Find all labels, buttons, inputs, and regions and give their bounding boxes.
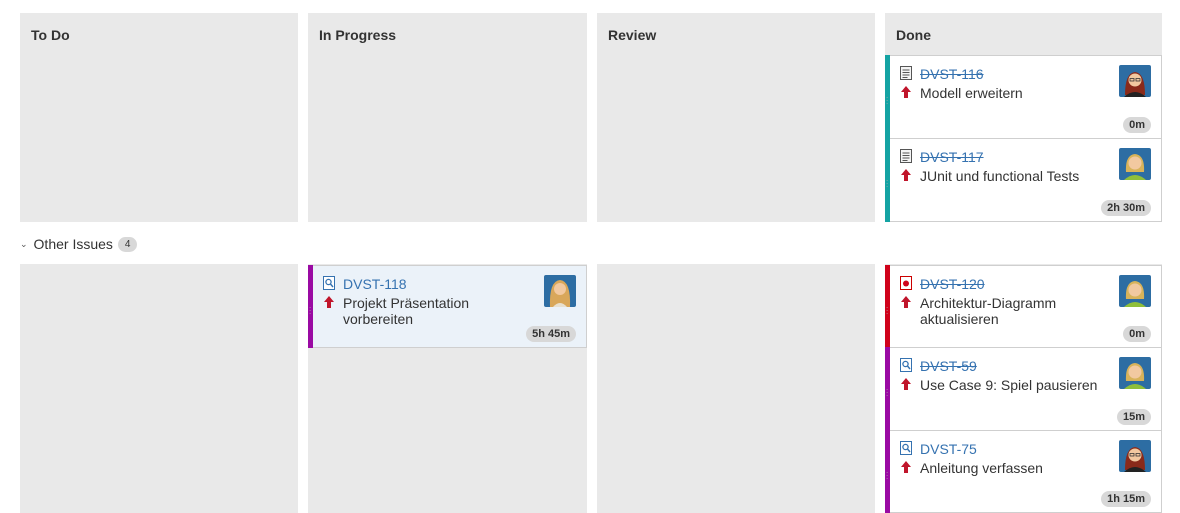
issue-card[interactable]: ... DVST-120 Architektur-Diagramm aktual… <box>885 265 1162 348</box>
issue-summary: Modell erweitern <box>920 85 1023 101</box>
swimlane-header-other-issues[interactable]: ⌄ Other Issues 4 <box>20 236 138 252</box>
time-estimate-badge: 1h 15m <box>1101 491 1151 507</box>
time-estimate-badge: 0m <box>1123 117 1151 133</box>
assignee-avatar[interactable] <box>1119 440 1151 472</box>
priority-arrow-up-icon <box>901 296 911 308</box>
magnifier-icon <box>900 441 912 455</box>
swimlane-column-todo <box>20 264 298 513</box>
priority-arrow-up-icon <box>324 296 334 308</box>
drag-handle[interactable]: ... <box>309 302 311 316</box>
assignee-avatar[interactable] <box>1119 357 1151 389</box>
assignee-avatar[interactable] <box>1119 148 1151 180</box>
issue-summary: JUnit und functional Tests <box>920 168 1080 184</box>
issue-summary: Anleitung verfassen <box>920 460 1043 476</box>
issue-card[interactable]: ... DVST-59 Use Case 9: Spiel pausieren … <box>885 347 1162 431</box>
issue-card[interactable]: ... DVST-75 Anleitung verfassen 1h 15m <box>885 430 1162 513</box>
column-header-todo: To Do <box>31 27 70 43</box>
assignee-avatar[interactable] <box>544 275 576 307</box>
column-header-in-progress: In Progress <box>319 27 397 43</box>
document-icon <box>900 66 912 80</box>
swimlane-issue-count-badge: 4 <box>117 236 138 252</box>
priority-arrow-up-icon <box>901 86 911 98</box>
priority-arrow-up-icon <box>901 461 911 473</box>
time-estimate-badge: 0m <box>1123 326 1151 342</box>
column-in-progress: In Progress <box>308 13 587 222</box>
column-header-review: Review <box>608 27 657 43</box>
bug-icon <box>900 276 912 290</box>
document-icon <box>900 149 912 163</box>
time-estimate-badge: 5h 45m <box>526 326 576 342</box>
issue-key-link[interactable]: DVST-75 <box>920 441 977 457</box>
drag-handle[interactable]: ... <box>886 302 888 316</box>
issue-card[interactable]: ... DVST-118 Projekt Präsentation vorber… <box>308 265 587 348</box>
chevron-down-icon[interactable]: ⌄ <box>20 239 28 250</box>
drag-handle[interactable]: ... <box>886 467 888 481</box>
issue-key-link[interactable]: DVST-117 <box>920 149 984 165</box>
swimlane-label: Other Issues <box>33 236 113 252</box>
column-header-done: Done <box>896 27 931 43</box>
drag-handle[interactable]: ... <box>886 384 888 398</box>
column-review: Review <box>597 13 875 222</box>
time-estimate-badge: 2h 30m <box>1101 200 1151 216</box>
issue-card[interactable]: ... DVST-117 JUnit und functional Tests … <box>885 138 1162 222</box>
priority-arrow-up-icon <box>901 378 911 390</box>
drag-handle[interactable]: ... <box>886 92 888 106</box>
assignee-avatar[interactable] <box>1119 65 1151 97</box>
issue-key-link[interactable]: DVST-118 <box>343 276 407 292</box>
assignee-avatar[interactable] <box>1119 275 1151 307</box>
time-estimate-badge: 15m <box>1116 409 1151 425</box>
swimlane-column-review <box>597 264 875 513</box>
column-todo: To Do <box>20 13 298 222</box>
issue-key-link[interactable]: DVST-116 <box>920 66 984 82</box>
issue-key-link[interactable]: DVST-59 <box>920 358 977 374</box>
magnifier-icon <box>900 358 912 372</box>
magnifier-icon <box>323 276 335 290</box>
priority-arrow-up-icon <box>901 169 911 181</box>
issue-summary: Projekt Präsentation vorbereiten <box>343 295 470 327</box>
drag-handle[interactable]: ... <box>886 175 888 189</box>
issue-card[interactable]: ... DVST-116 Modell erweitern 0m <box>885 55 1162 139</box>
issue-summary: Use Case 9: Spiel pausieren <box>920 377 1098 393</box>
issue-summary: Architektur-Diagramm aktualisieren <box>920 295 1057 327</box>
issue-key-link[interactable]: DVST-120 <box>920 276 985 292</box>
